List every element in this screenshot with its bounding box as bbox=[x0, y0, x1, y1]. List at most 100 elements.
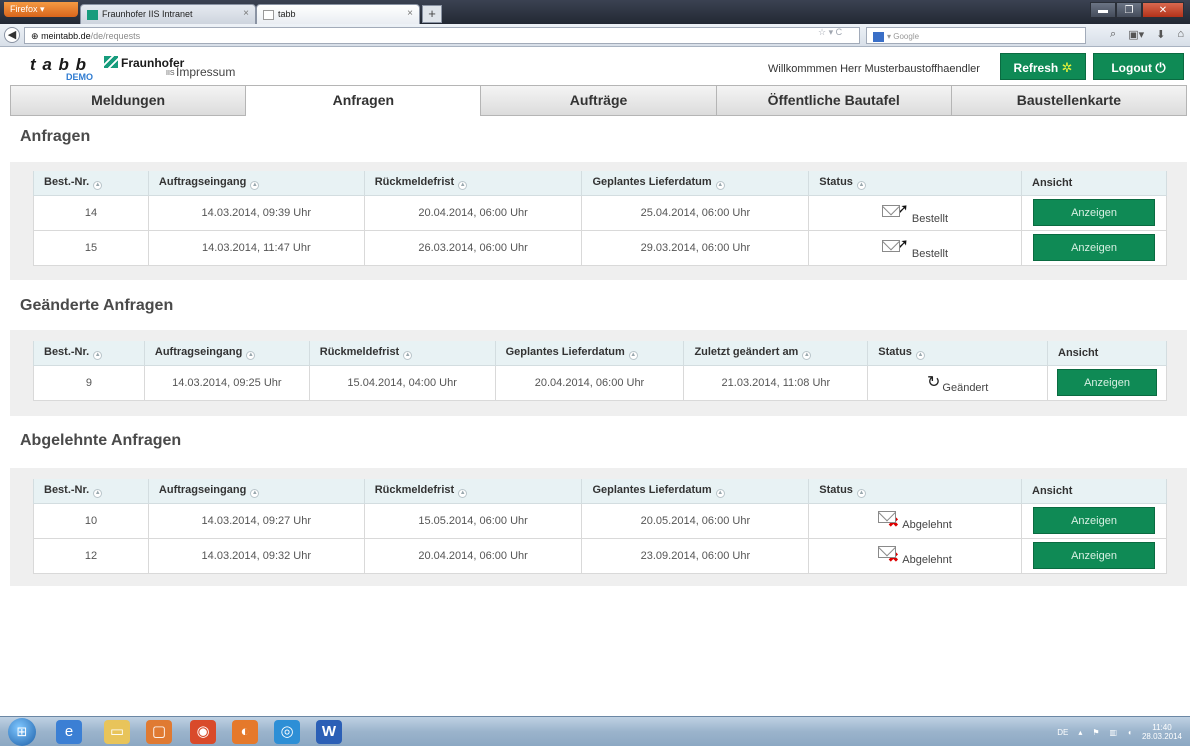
sort-icon[interactable]: ▲ bbox=[715, 488, 725, 498]
firefox-menu-button[interactable]: Firefox ▾ bbox=[4, 2, 78, 17]
cell-liefer: 25.04.2014, 06:00 Uhr bbox=[581, 194, 810, 231]
sort-icon[interactable]: ▲ bbox=[250, 180, 260, 190]
logout-button[interactable]: Logout ⏻ bbox=[1093, 53, 1184, 80]
sort-icon[interactable]: ▲ bbox=[93, 488, 103, 498]
network-icon[interactable]: ▥ bbox=[1110, 728, 1118, 737]
sort-icon[interactable]: ▲ bbox=[403, 350, 413, 360]
envelope-icon bbox=[878, 545, 897, 558]
col-header[interactable]: Rückmeldefrist ▲ bbox=[308, 341, 496, 366]
maximize-icon[interactable]: ❐ bbox=[1116, 2, 1142, 18]
cell-frist: 15.05.2014, 06:00 Uhr bbox=[363, 502, 583, 539]
tab-auftraege[interactable]: Aufträge bbox=[481, 85, 717, 116]
col-header[interactable]: Best.-Nr. ▲ bbox=[33, 171, 149, 196]
refresh-button[interactable]: Refresh ✲ bbox=[1000, 53, 1086, 80]
search-bar[interactable]: ▾ Google bbox=[866, 27, 1086, 44]
close-tab-icon[interactable]: × bbox=[407, 8, 413, 19]
close-tab-icon[interactable]: × bbox=[243, 8, 249, 19]
cell-status: ✖ Abgelehnt bbox=[808, 537, 1023, 574]
sort-icon[interactable]: ▲ bbox=[246, 350, 256, 360]
volume-icon[interactable]: ◖ bbox=[1127, 728, 1132, 737]
sort-icon[interactable]: ▲ bbox=[458, 488, 468, 498]
anzeigen-button[interactable]: Anzeigen bbox=[1057, 369, 1157, 396]
globe-icon: ⊕ bbox=[31, 31, 39, 41]
explorer-folder-icon[interactable]: ▭ bbox=[104, 720, 130, 744]
reload-icon[interactable]: C bbox=[836, 27, 843, 37]
url-bar-icons: ☆ ▾ C bbox=[818, 27, 843, 37]
sort-icon[interactable]: ▲ bbox=[93, 180, 103, 190]
cell-status: ✖ Abgelehnt bbox=[808, 502, 1023, 539]
sort-icon[interactable]: ▲ bbox=[458, 180, 468, 190]
chrome-icon[interactable]: ◉ bbox=[190, 720, 216, 744]
tab-baustellenkarte[interactable]: Baustellenkarte bbox=[951, 85, 1188, 116]
tab-anfragen[interactable]: Anfragen bbox=[246, 85, 482, 116]
section-title-abgelehnte-anfragen: Abgelehnte Anfragen bbox=[20, 432, 182, 449]
bookmarks-icon[interactable]: ▣▾ bbox=[1128, 28, 1144, 41]
fraunhofer-mark-icon bbox=[104, 56, 118, 68]
table-header-row: Best.-Nr. ▲ Auftragseingang ▲ Rückmeldefri… bbox=[33, 171, 1167, 196]
col-header[interactable]: Best.-Nr. ▲ bbox=[33, 479, 149, 504]
new-tab-button[interactable]: + bbox=[422, 5, 442, 23]
word-icon[interactable]: W bbox=[316, 720, 342, 744]
url-bar[interactable]: ⊕ meintabb.de/de/requests bbox=[24, 27, 860, 44]
anzeigen-button[interactable]: Anzeigen bbox=[1033, 234, 1155, 261]
sort-icon[interactable]: ▲ bbox=[802, 350, 812, 360]
col-header: Ansicht bbox=[1047, 341, 1167, 366]
search-icon[interactable]: ⌕ bbox=[1110, 28, 1116, 41]
internet-explorer-icon[interactable]: e bbox=[56, 720, 82, 744]
table-header-row: Best.-Nr. ▲ Auftragseingang ▲ Rückmeldefri… bbox=[33, 341, 1167, 366]
tabb-logo[interactable]: t a b b DEMO bbox=[30, 55, 93, 82]
sort-icon[interactable]: ▲ bbox=[93, 350, 103, 360]
browser-tab-intranet[interactable]: Fraunhofer IIS Intranet × bbox=[80, 4, 256, 24]
col-header[interactable]: Rückmeldefrist ▲ bbox=[363, 171, 583, 196]
close-window-icon[interactable]: ✕ bbox=[1142, 2, 1184, 18]
col-header[interactable]: Rückmeldefrist ▲ bbox=[363, 479, 583, 504]
anzeigen-button[interactable]: Anzeigen bbox=[1033, 542, 1155, 569]
cell-ansicht: Anzeigen bbox=[1021, 194, 1167, 231]
presentation-app-icon[interactable]: ▢ bbox=[146, 720, 172, 744]
col-header[interactable]: Geplantes Lieferdatum ▲ bbox=[581, 479, 810, 504]
tab-oeffentliche-bautafel[interactable]: Öffentliche Bautafel bbox=[716, 85, 952, 116]
sort-icon[interactable]: ▲ bbox=[715, 180, 725, 190]
col-header[interactable]: Geplantes Lieferdatum ▲ bbox=[494, 341, 685, 366]
col-header[interactable]: Zuletzt geändert am ▲ bbox=[683, 341, 869, 366]
impressum-link[interactable]: Impressum bbox=[176, 65, 235, 79]
col-header[interactable]: Auftragseingang ▲ bbox=[147, 171, 365, 196]
language-indicator[interactable]: DE bbox=[1057, 728, 1068, 737]
google-icon bbox=[873, 32, 884, 42]
cell-ansicht: Anzeigen bbox=[1021, 229, 1167, 266]
sort-icon[interactable]: ▲ bbox=[628, 350, 638, 360]
download-icon[interactable]: ⬇ bbox=[1156, 28, 1165, 41]
col-header[interactable]: Status ▲ bbox=[867, 341, 1048, 366]
browser-tab-tabb[interactable]: tabb × bbox=[256, 4, 420, 24]
bookmark-star-icon[interactable]: ☆ bbox=[818, 27, 826, 37]
anzeigen-button[interactable]: Anzeigen bbox=[1033, 199, 1155, 226]
tab-meldungen[interactable]: Meldungen bbox=[10, 85, 247, 116]
windows-start-icon[interactable]: ⊞ bbox=[8, 718, 36, 746]
col-header[interactable]: Status ▲ bbox=[808, 171, 1022, 196]
sort-icon[interactable]: ▲ bbox=[250, 488, 260, 498]
minimize-icon[interactable]: ▬ bbox=[1090, 2, 1116, 18]
sort-icon[interactable]: ▲ bbox=[915, 350, 925, 360]
requests-panel: Best.-Nr. ▲ Auftragseingang ▲ Rückmeldefri… bbox=[10, 162, 1187, 280]
sort-icon[interactable]: ▲ bbox=[856, 488, 866, 498]
cell-nr: 10 bbox=[33, 502, 149, 539]
cell-liefer: 23.09.2014, 06:00 Uhr bbox=[581, 537, 810, 574]
back-button[interactable]: ◀ bbox=[4, 27, 20, 43]
table-row: 12 14.03.2014, 09:32 Uhr 20.04.2014, 06:… bbox=[33, 537, 1167, 574]
browser-app-icon[interactable]: ◎ bbox=[274, 720, 300, 744]
sort-icon[interactable]: ▲ bbox=[856, 180, 866, 190]
cell-eingang: 14.03.2014, 11:47 Uhr bbox=[147, 229, 365, 266]
anzeigen-button[interactable]: Anzeigen bbox=[1033, 507, 1155, 534]
col-header[interactable]: Geplantes Lieferdatum ▲ bbox=[581, 171, 810, 196]
col-header[interactable]: Auftragseingang ▲ bbox=[147, 479, 365, 504]
col-header[interactable]: Auftragseingang ▲ bbox=[143, 341, 310, 366]
envelope-icon bbox=[878, 510, 897, 523]
col-header[interactable]: Best.-Nr. ▲ bbox=[33, 341, 145, 366]
firefox-icon[interactable]: ◐ bbox=[232, 720, 258, 744]
col-header[interactable]: Status ▲ bbox=[808, 479, 1023, 504]
flag-icon[interactable]: ⚑ bbox=[1092, 728, 1099, 737]
clock[interactable]: 11:40 28.03.2014 bbox=[1142, 723, 1182, 741]
envelope-icon bbox=[882, 205, 901, 217]
tray-arrow-icon[interactable]: ▴ bbox=[1078, 728, 1082, 737]
home-icon[interactable]: ⌂ bbox=[1177, 28, 1184, 41]
